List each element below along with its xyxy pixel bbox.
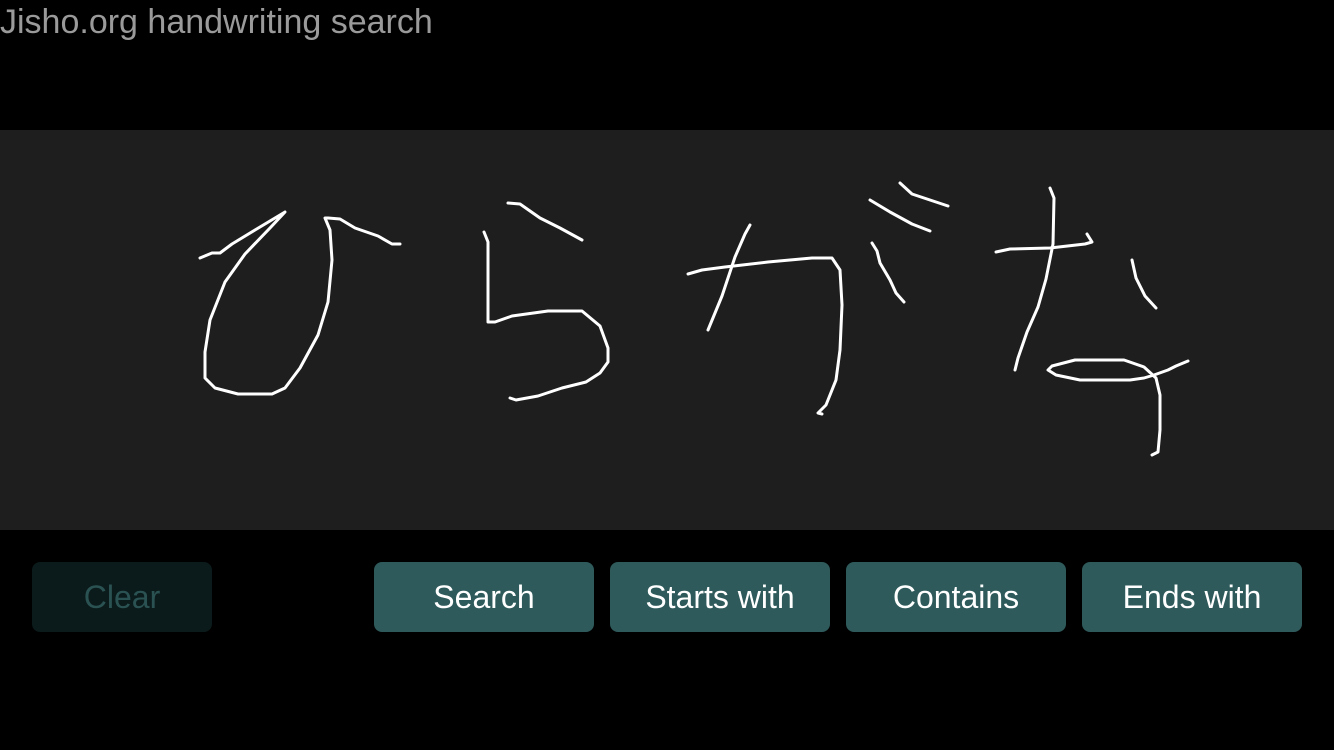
stroke-ga-4 xyxy=(868,198,932,233)
stroke-ga-3 xyxy=(870,241,906,304)
stroke-na-3 xyxy=(1130,258,1158,310)
stroke-ga-1 xyxy=(686,256,844,416)
handwriting-strokes xyxy=(198,181,1190,457)
starts-with-button[interactable]: Starts with xyxy=(610,562,830,632)
stroke-hi-1 xyxy=(198,210,402,396)
stroke-ra-2 xyxy=(482,230,610,402)
stroke-na-1 xyxy=(994,232,1094,254)
stroke-ra-1 xyxy=(506,201,584,242)
stroke-ga-2 xyxy=(706,223,752,332)
ends-with-button[interactable]: Ends with xyxy=(1082,562,1302,632)
stroke-na-2 xyxy=(1013,186,1056,372)
clear-button[interactable]: Clear xyxy=(32,562,212,632)
app-title: Jisho.org handwriting search xyxy=(0,3,433,41)
handwriting-canvas[interactable] xyxy=(0,130,1334,530)
contains-button[interactable]: Contains xyxy=(846,562,1066,632)
search-button[interactable]: Search xyxy=(374,562,594,632)
stroke-na-4 xyxy=(1046,358,1190,457)
stroke-ga-5 xyxy=(898,181,950,208)
